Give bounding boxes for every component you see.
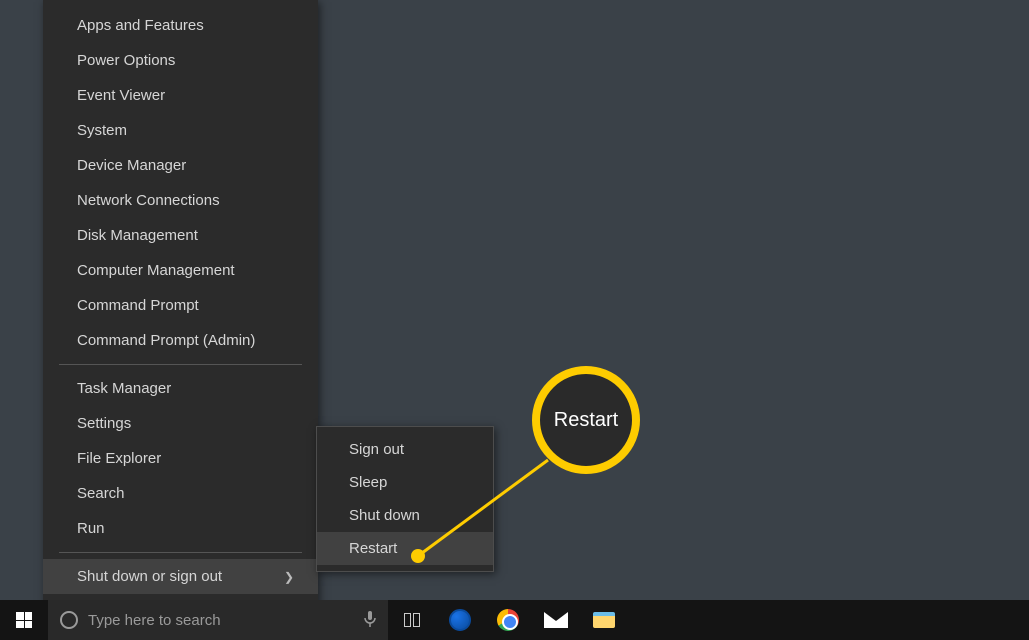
file-explorer-icon [593, 612, 615, 628]
annotation-label: Restart [554, 409, 618, 432]
submenu-item-label: Restart [349, 540, 397, 557]
submenu-item-label: Sleep [349, 474, 387, 491]
menu-item-search[interactable]: Search [43, 476, 318, 511]
menu-separator [59, 552, 302, 553]
submenu-item-label: Shut down [349, 507, 420, 524]
menu-item-label: Computer Management [77, 262, 235, 279]
menu-item-disk-management[interactable]: Disk Management [43, 218, 318, 253]
taskbar-search-box[interactable]: Type here to search [48, 600, 388, 640]
menu-item-label: Shut down or sign out [77, 568, 222, 585]
submenu-item-sleep[interactable]: Sleep [317, 466, 493, 499]
menu-item-system[interactable]: System [43, 113, 318, 148]
menu-item-event-viewer[interactable]: Event Viewer [43, 78, 318, 113]
menu-item-label: Run [77, 520, 105, 537]
microphone-icon[interactable] [364, 610, 376, 631]
menu-item-file-explorer[interactable]: File Explorer [43, 441, 318, 476]
menu-item-power-options[interactable]: Power Options [43, 43, 318, 78]
windows-logo-icon [16, 612, 32, 628]
annotation-dot [411, 549, 425, 563]
menu-item-apps-features[interactable]: Apps and Features [43, 8, 318, 43]
task-view-icon [404, 613, 420, 627]
mail-icon [544, 612, 568, 628]
menu-item-command-prompt[interactable]: Command Prompt [43, 288, 318, 323]
chrome-icon [497, 609, 519, 631]
submenu-item-sign-out[interactable]: Sign out [317, 433, 493, 466]
menu-item-task-manager[interactable]: Task Manager [43, 371, 318, 406]
taskbar-app-file-explorer[interactable] [580, 600, 628, 640]
menu-item-run[interactable]: Run [43, 511, 318, 546]
menu-item-label: Command Prompt (Admin) [77, 332, 255, 349]
taskbar-app-edge[interactable] [436, 600, 484, 640]
search-placeholder-text: Type here to search [88, 612, 221, 629]
menu-item-label: Event Viewer [77, 87, 165, 104]
submenu-item-restart[interactable]: Restart [317, 532, 493, 565]
menu-item-label: Network Connections [77, 192, 220, 209]
shutdown-submenu: Sign out Sleep Shut down Restart [316, 426, 494, 572]
cortana-circle-icon [60, 611, 78, 629]
task-view-button[interactable] [388, 600, 436, 640]
winx-context-menu: Apps and Features Power Options Event Vi… [43, 0, 318, 637]
taskbar: Type here to search [0, 600, 1029, 640]
annotation-callout-circle: Restart [532, 366, 640, 474]
menu-item-label: Command Prompt [77, 297, 199, 314]
menu-item-network-connections[interactable]: Network Connections [43, 183, 318, 218]
menu-item-label: Task Manager [77, 380, 171, 397]
menu-item-label: Device Manager [77, 157, 186, 174]
start-button[interactable] [0, 600, 48, 640]
chevron-right-icon: ❯ [284, 570, 294, 584]
menu-item-device-manager[interactable]: Device Manager [43, 148, 318, 183]
menu-item-label: Power Options [77, 52, 175, 69]
menu-separator [59, 364, 302, 365]
menu-item-label: Settings [77, 415, 131, 432]
taskbar-app-chrome[interactable] [484, 600, 532, 640]
submenu-item-shut-down[interactable]: Shut down [317, 499, 493, 532]
menu-item-label: File Explorer [77, 450, 161, 467]
menu-item-settings[interactable]: Settings [43, 406, 318, 441]
taskbar-app-mail[interactable] [532, 600, 580, 640]
menu-item-label: System [77, 122, 127, 139]
menu-item-label: Apps and Features [77, 17, 204, 34]
edge-icon [449, 609, 471, 631]
menu-item-shutdown-signout[interactable]: Shut down or sign out ❯ [43, 559, 318, 594]
menu-item-computer-management[interactable]: Computer Management [43, 253, 318, 288]
submenu-item-label: Sign out [349, 441, 404, 458]
menu-item-command-prompt-admin[interactable]: Command Prompt (Admin) [43, 323, 318, 358]
menu-item-label: Search [77, 485, 125, 502]
menu-item-label: Disk Management [77, 227, 198, 244]
